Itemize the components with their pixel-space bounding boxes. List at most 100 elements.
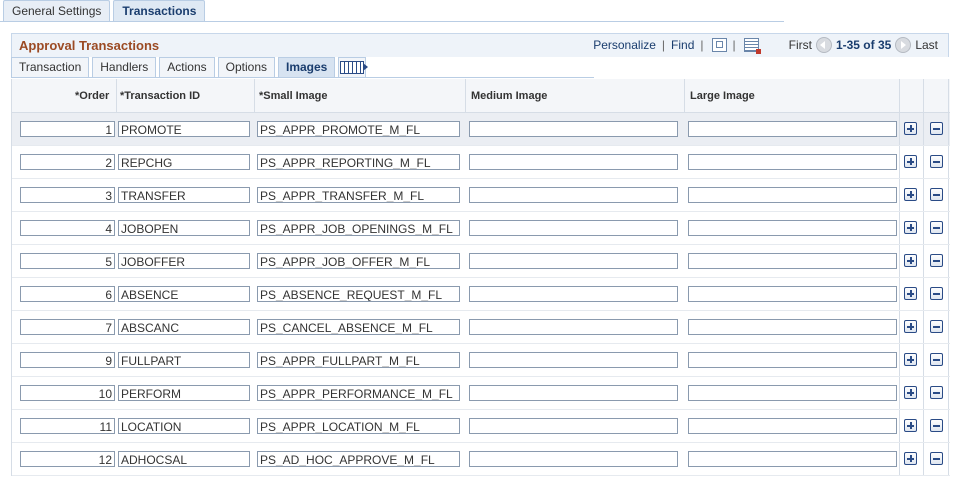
divider	[899, 410, 900, 442]
small-image-field[interactable]: PS_APPR_JOB_OFFER_M_FL	[257, 253, 460, 269]
transaction-id-field[interactable]: JOBOPEN	[118, 220, 250, 236]
order-field[interactable]: 5	[20, 253, 115, 269]
large-image-field[interactable]	[688, 451, 897, 467]
small-image-field[interactable]: PS_AD_HOC_APPROVE_M_FL	[257, 451, 460, 467]
previous-icon[interactable]	[815, 37, 832, 53]
add-row-button[interactable]	[904, 419, 917, 432]
large-image-field[interactable]	[688, 121, 897, 137]
add-row-button[interactable]	[904, 353, 917, 366]
transaction-id-field[interactable]: PROMOTE	[118, 121, 250, 137]
delete-row-button[interactable]	[930, 386, 943, 399]
delete-row-button[interactable]	[930, 188, 943, 201]
delete-row-button[interactable]	[930, 320, 943, 333]
medium-image-field[interactable]	[469, 385, 678, 401]
grid-header-wrap: Approval Transactions Personalize | Find…	[11, 33, 949, 57]
tab-actions[interactable]: Actions	[159, 57, 215, 77]
medium-image-field[interactable]	[469, 253, 678, 269]
transaction-id-field[interactable]: TRANSFER	[118, 187, 250, 203]
add-row-button[interactable]	[904, 122, 917, 135]
tab-images[interactable]: Images	[278, 57, 336, 77]
order-field[interactable]: 9	[20, 352, 115, 368]
medium-image-field[interactable]	[469, 319, 678, 335]
add-row-button[interactable]	[904, 254, 917, 267]
medium-image-field[interactable]	[469, 154, 678, 170]
small-image-field[interactable]: PS_APPR_FULLPART_M_FL	[257, 352, 460, 368]
next-icon[interactable]	[895, 37, 912, 53]
small-image-field[interactable]: PS_APPR_LOCATION_M_FL	[257, 418, 460, 434]
transaction-id-field[interactable]: FULLPART	[118, 352, 250, 368]
large-image-field[interactable]	[688, 187, 897, 203]
tab-transactions[interactable]: Transactions	[113, 0, 206, 21]
order-field[interactable]: 11	[20, 418, 115, 434]
find-link[interactable]: Find	[671, 38, 694, 52]
tab-general-settings[interactable]: General Settings	[3, 0, 111, 21]
tab-transaction[interactable]: Transaction	[11, 57, 90, 77]
last-link[interactable]: Last	[915, 38, 938, 52]
add-row-button[interactable]	[904, 320, 917, 333]
transaction-id-field[interactable]: JOBOFFER	[118, 253, 250, 269]
medium-image-field[interactable]	[469, 187, 678, 203]
large-image-field[interactable]	[688, 154, 897, 170]
show-all-columns-icon	[340, 61, 369, 74]
large-image-field[interactable]	[688, 220, 897, 236]
delete-row-button[interactable]	[930, 155, 943, 168]
delete-row-button[interactable]	[930, 452, 943, 465]
transaction-id-field[interactable]: REPCHG	[118, 154, 250, 170]
add-row-button[interactable]	[904, 221, 917, 234]
medium-image-field[interactable]	[469, 352, 678, 368]
order-field[interactable]: 3	[20, 187, 115, 203]
order-field[interactable]: 2	[20, 154, 115, 170]
medium-image-field[interactable]	[469, 418, 678, 434]
small-image-field[interactable]: PS_APPR_TRANSFER_M_FL	[257, 187, 460, 203]
small-image-field[interactable]: PS_APPR_JOB_OPENINGS_M_FL	[257, 220, 460, 236]
small-image-field[interactable]: PS_ABSENCE_REQUEST_M_FL	[257, 286, 460, 302]
order-field[interactable]: 6	[20, 286, 115, 302]
delete-row-button[interactable]	[930, 419, 943, 432]
personalize-link[interactable]: Personalize	[593, 38, 656, 52]
divider	[948, 410, 949, 442]
delete-row-button[interactable]	[930, 353, 943, 366]
medium-image-field[interactable]	[469, 286, 678, 302]
add-row-button[interactable]	[904, 287, 917, 300]
transaction-id-field[interactable]: ADHOCSAL	[118, 451, 250, 467]
small-image-field[interactable]: PS_APPR_PERFORMANCE_M_FL	[257, 385, 460, 401]
small-image-field[interactable]: PS_APPR_PROMOTE_M_FL	[257, 121, 460, 137]
add-row-button[interactable]	[904, 188, 917, 201]
large-image-field[interactable]	[688, 385, 897, 401]
large-image-field[interactable]	[688, 286, 897, 302]
add-row-button[interactable]	[904, 155, 917, 168]
transaction-id-field[interactable]: ABSCANC	[118, 319, 250, 335]
large-image-field[interactable]	[688, 253, 897, 269]
delete-row-button[interactable]	[930, 287, 943, 300]
first-link[interactable]: First	[789, 38, 812, 52]
show-all-columns-button[interactable]	[338, 57, 369, 77]
order-field[interactable]: 4	[20, 220, 115, 236]
tab-handlers[interactable]: Handlers	[92, 57, 157, 77]
small-image-field[interactable]: PS_APPR_REPORTING_M_FL	[257, 154, 460, 170]
delete-row-button[interactable]	[930, 221, 943, 234]
transaction-id-field[interactable]: LOCATION	[118, 418, 250, 434]
order-field[interactable]: 10	[20, 385, 115, 401]
tab-options[interactable]: Options	[217, 57, 275, 77]
delete-row-button[interactable]	[930, 122, 943, 135]
delete-row-button[interactable]	[930, 254, 943, 267]
small-image-field[interactable]: PS_CANCEL_ABSENCE_M_FL	[257, 319, 460, 335]
add-row-button[interactable]	[904, 452, 917, 465]
add-row-button[interactable]	[904, 386, 917, 399]
transaction-id-field[interactable]: PERFORM	[118, 385, 250, 401]
large-image-field[interactable]	[688, 319, 897, 335]
tab-label: Transaction	[19, 60, 82, 74]
download-icon[interactable]	[743, 38, 761, 54]
transaction-id-field[interactable]: ABSENCE	[118, 286, 250, 302]
transactions-grid: *Order *Transaction ID *Small Image Medi…	[11, 79, 950, 476]
medium-image-field[interactable]	[469, 220, 678, 236]
divider	[899, 278, 900, 310]
order-field[interactable]: 12	[20, 451, 115, 467]
view-all-icon[interactable]	[711, 38, 727, 52]
large-image-field[interactable]	[688, 352, 897, 368]
medium-image-field[interactable]	[469, 121, 678, 137]
large-image-field[interactable]	[688, 418, 897, 434]
medium-image-field[interactable]	[469, 451, 678, 467]
order-field[interactable]: 7	[20, 319, 115, 335]
order-field[interactable]: 1	[20, 121, 115, 137]
